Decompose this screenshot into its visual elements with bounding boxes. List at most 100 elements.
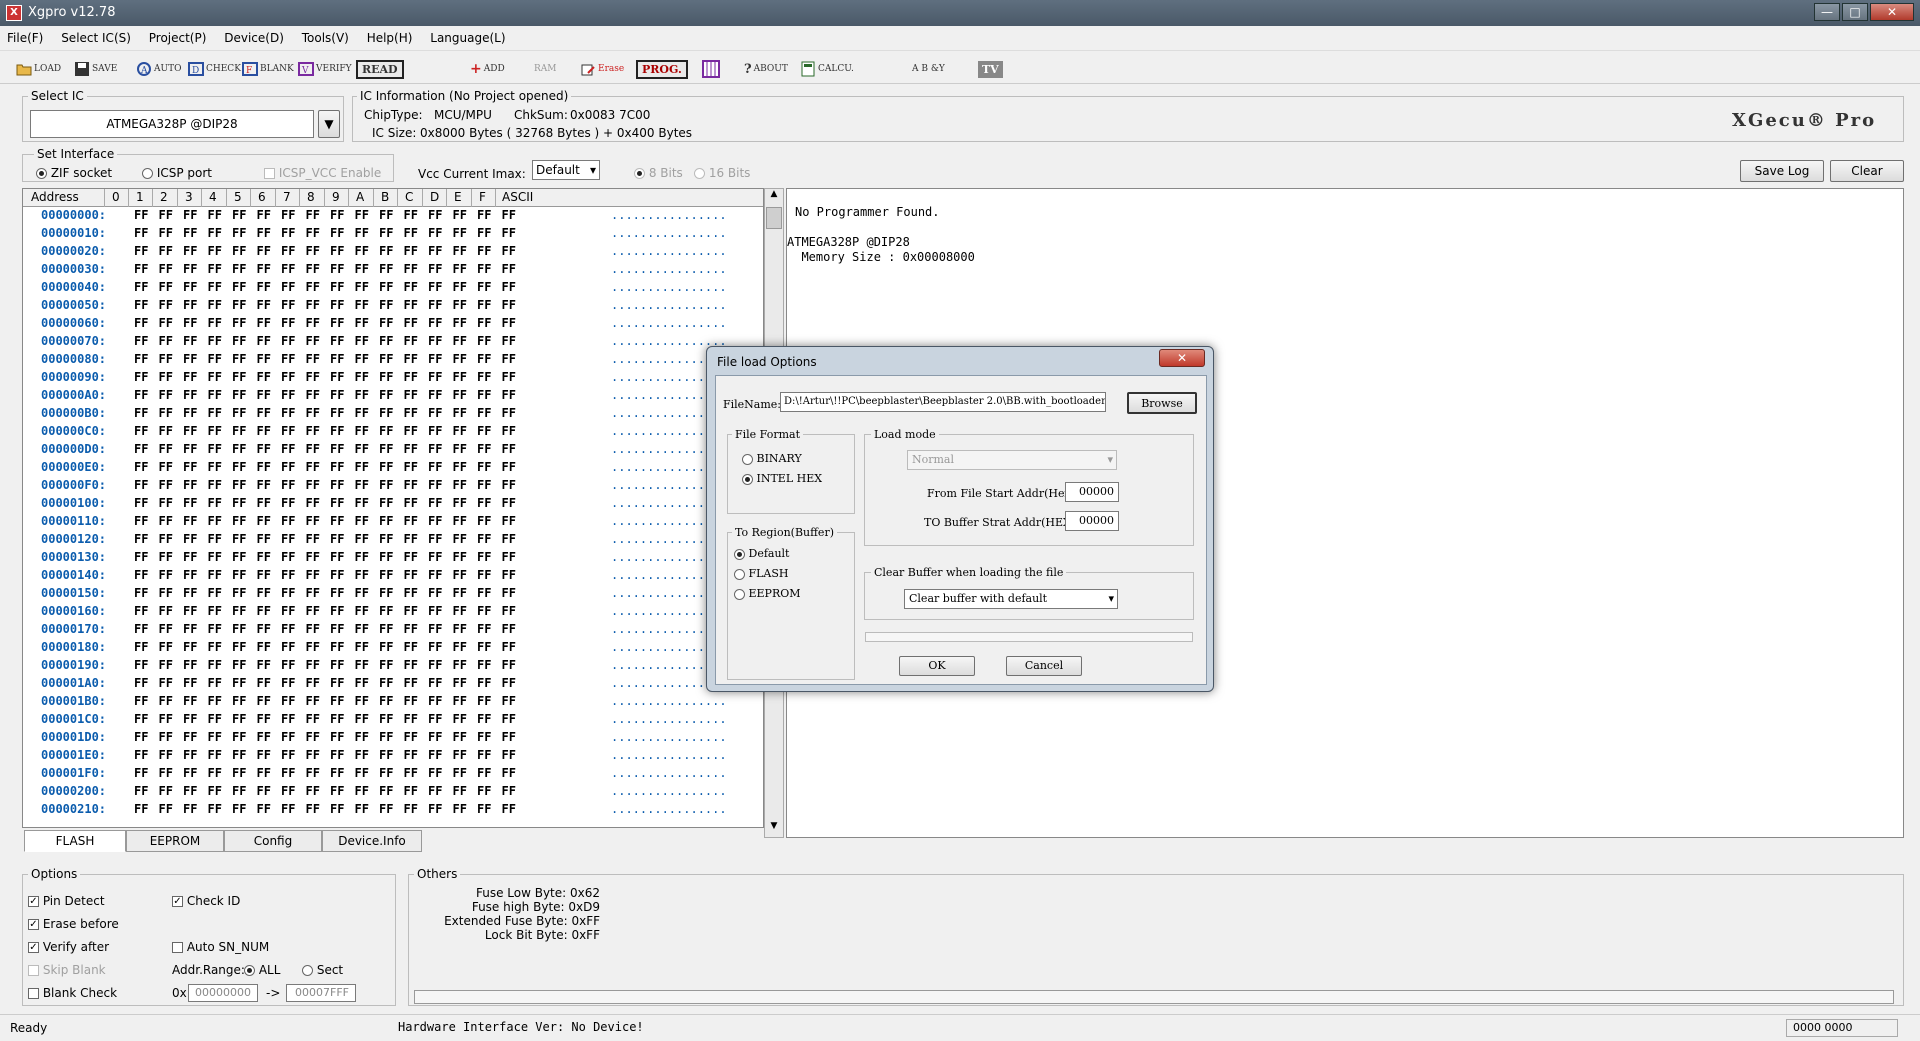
filename-field[interactable]: D:\!Artur\!!PC\beepblaster\Beepblaster 2… bbox=[780, 392, 1106, 412]
hex-byte[interactable]: FF bbox=[257, 730, 271, 744]
hex-byte[interactable]: FF bbox=[502, 568, 516, 582]
hex-byte[interactable]: FF bbox=[453, 532, 467, 546]
addr-range-all-option[interactable]: ALL bbox=[244, 963, 280, 977]
hex-byte[interactable]: FF bbox=[306, 244, 320, 258]
hex-byte[interactable]: FF bbox=[134, 640, 148, 654]
hex-byte[interactable]: FF bbox=[232, 334, 246, 348]
hex-byte[interactable]: FF bbox=[183, 550, 197, 564]
hex-byte[interactable]: FF bbox=[355, 604, 369, 618]
hex-byte[interactable]: FF bbox=[183, 406, 197, 420]
hex-byte[interactable]: FF bbox=[453, 568, 467, 582]
hex-byte[interactable]: FF bbox=[404, 802, 418, 816]
hex-byte[interactable]: FF bbox=[477, 622, 491, 636]
hex-byte[interactable]: FF bbox=[281, 424, 295, 438]
hex-byte[interactable]: FF bbox=[428, 262, 442, 276]
hex-byte[interactable]: FF bbox=[159, 352, 173, 366]
hex-byte[interactable]: FF bbox=[232, 280, 246, 294]
hex-byte[interactable]: FF bbox=[257, 748, 271, 762]
hex-byte[interactable]: FF bbox=[257, 496, 271, 510]
hex-byte[interactable]: FF bbox=[159, 622, 173, 636]
cancel-button[interactable]: Cancel bbox=[1006, 656, 1082, 676]
hex-byte[interactable]: FF bbox=[453, 334, 467, 348]
hex-byte[interactable]: FF bbox=[208, 334, 222, 348]
load-mode-select[interactable]: Normal ▾ bbox=[907, 450, 1117, 470]
hex-byte[interactable]: FF bbox=[379, 208, 393, 222]
hex-byte[interactable]: FF bbox=[330, 622, 344, 636]
hex-byte[interactable]: FF bbox=[134, 748, 148, 762]
hex-byte[interactable]: FF bbox=[208, 658, 222, 672]
hex-byte[interactable]: FF bbox=[257, 622, 271, 636]
hex-byte[interactable]: FF bbox=[306, 748, 320, 762]
hex-byte[interactable]: FF bbox=[379, 334, 393, 348]
tab-flash[interactable]: FLASH bbox=[24, 830, 126, 852]
hex-byte[interactable]: FF bbox=[453, 298, 467, 312]
hex-byte[interactable]: FF bbox=[232, 406, 246, 420]
hex-byte[interactable]: FF bbox=[355, 766, 369, 780]
hex-byte[interactable]: FF bbox=[355, 712, 369, 726]
hex-byte[interactable]: FF bbox=[477, 748, 491, 762]
hex-byte[interactable]: FF bbox=[428, 532, 442, 546]
hex-byte[interactable]: FF bbox=[428, 658, 442, 672]
hex-byte[interactable]: FF bbox=[306, 352, 320, 366]
hex-byte[interactable]: FF bbox=[183, 244, 197, 258]
hex-byte[interactable]: FF bbox=[404, 280, 418, 294]
blank-check-checkbox[interactable]: Blank Check bbox=[28, 986, 117, 1000]
hex-byte[interactable]: FF bbox=[281, 622, 295, 636]
minimize-button[interactable]: — bbox=[1814, 3, 1840, 21]
hex-byte[interactable]: FF bbox=[453, 478, 467, 492]
hex-byte[interactable]: FF bbox=[477, 334, 491, 348]
hex-byte[interactable]: FF bbox=[453, 406, 467, 420]
hex-byte[interactable]: FF bbox=[379, 784, 393, 798]
hex-byte[interactable]: FF bbox=[134, 694, 148, 708]
hex-byte[interactable]: FF bbox=[453, 730, 467, 744]
hex-byte[interactable]: FF bbox=[159, 406, 173, 420]
hex-byte[interactable]: FF bbox=[330, 640, 344, 654]
hex-byte[interactable]: FF bbox=[159, 712, 173, 726]
hex-byte[interactable]: FF bbox=[404, 676, 418, 690]
hex-byte[interactable]: FF bbox=[428, 568, 442, 582]
hex-byte[interactable]: FF bbox=[404, 424, 418, 438]
hex-byte[interactable]: FF bbox=[330, 748, 344, 762]
hex-byte[interactable]: FF bbox=[502, 622, 516, 636]
hex-byte[interactable]: FF bbox=[379, 226, 393, 240]
range-to-field[interactable]: 00007FFF bbox=[286, 984, 356, 1002]
binary-option[interactable]: BINARY bbox=[742, 452, 802, 465]
hex-byte[interactable]: FF bbox=[355, 406, 369, 420]
hex-byte[interactable]: FF bbox=[208, 604, 222, 618]
hex-byte[interactable]: FF bbox=[232, 658, 246, 672]
hex-byte[interactable]: FF bbox=[502, 352, 516, 366]
hex-byte[interactable]: FF bbox=[281, 298, 295, 312]
tab-eeprom[interactable]: EEPROM bbox=[126, 830, 224, 852]
hex-byte[interactable]: FF bbox=[502, 478, 516, 492]
hex-byte[interactable]: FF bbox=[453, 748, 467, 762]
check-id-checkbox[interactable]: ✓ Check ID bbox=[172, 894, 240, 908]
hex-byte[interactable]: FF bbox=[306, 406, 320, 420]
chip-button[interactable] bbox=[700, 56, 722, 82]
hex-byte[interactable]: FF bbox=[453, 316, 467, 330]
ic-dropdown-button[interactable]: ▼ bbox=[318, 110, 340, 138]
hex-byte[interactable]: FF bbox=[477, 730, 491, 744]
hex-byte[interactable]: FF bbox=[502, 748, 516, 762]
hex-byte[interactable]: FF bbox=[183, 298, 197, 312]
menu-help[interactable]: Help(H) bbox=[360, 28, 420, 45]
hex-byte[interactable]: FF bbox=[355, 316, 369, 330]
hex-byte[interactable]: FF bbox=[183, 568, 197, 582]
hex-byte[interactable]: FF bbox=[257, 550, 271, 564]
hex-byte[interactable]: FF bbox=[453, 460, 467, 474]
hex-byte[interactable]: FF bbox=[257, 658, 271, 672]
hex-byte[interactable]: FF bbox=[428, 712, 442, 726]
hex-byte[interactable]: FF bbox=[404, 532, 418, 546]
hex-byte[interactable]: FF bbox=[453, 586, 467, 600]
hex-byte[interactable]: FF bbox=[306, 424, 320, 438]
erase-button[interactable]: Erase bbox=[580, 56, 624, 82]
hex-byte[interactable]: FF bbox=[257, 388, 271, 402]
hex-byte[interactable]: FF bbox=[134, 676, 148, 690]
hex-byte[interactable]: FF bbox=[404, 784, 418, 798]
check-button[interactable]: D CHECK bbox=[188, 56, 241, 82]
hex-byte[interactable]: FF bbox=[183, 730, 197, 744]
hex-byte[interactable]: FF bbox=[183, 442, 197, 456]
hex-byte[interactable]: FF bbox=[355, 532, 369, 546]
hex-byte[interactable]: FF bbox=[355, 226, 369, 240]
hex-byte[interactable]: FF bbox=[257, 784, 271, 798]
hex-byte[interactable]: FF bbox=[208, 298, 222, 312]
